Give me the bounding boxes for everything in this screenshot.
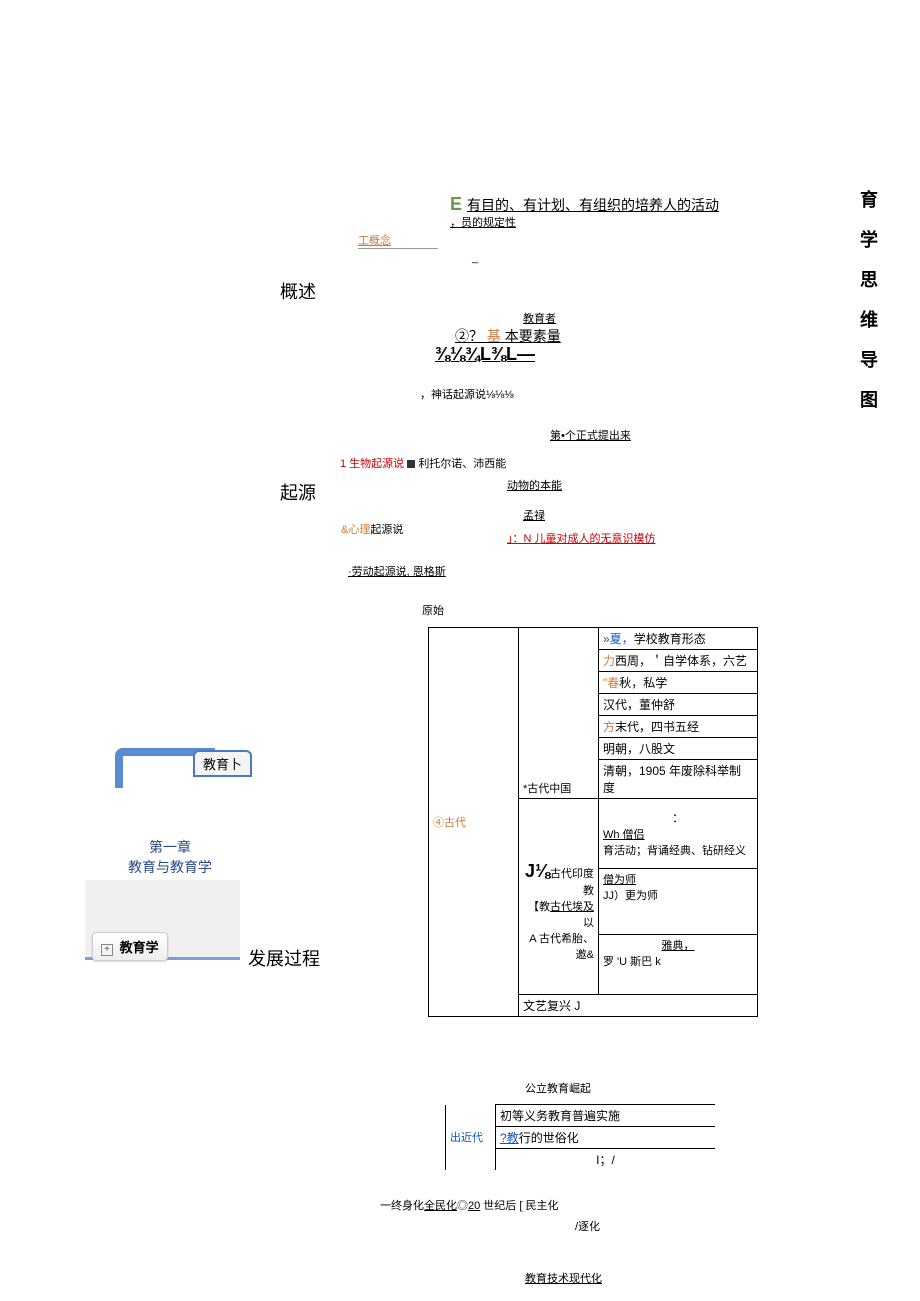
india-label: 古代印度教: [550, 868, 594, 897]
vt-6: 图: [860, 380, 880, 420]
china-r7: 清朝，1905 年废除科举制度: [599, 760, 758, 799]
vt-1: 育: [860, 180, 880, 220]
concept-line: 工概念: [358, 232, 438, 249]
modern-table: 出近代 初等义务教育普遍实施 ?教行的世俗化 I；/: [445, 1104, 715, 1170]
vertical-title: 育 学 思 维 导 图: [860, 180, 880, 420]
psych-prefix: &心理: [341, 524, 370, 536]
menglu: 孟禄: [523, 507, 545, 523]
bio-origin-line: 1 生物起源说 利托尔诺、沛西能: [340, 455, 506, 471]
cr2-t: 西周，＇自学体系，六艺: [615, 654, 747, 668]
cr5-t: 末代，四书五经: [615, 720, 699, 734]
E-line-container: E 有目的、有计划、有组织的培养人的活动: [450, 194, 719, 215]
china-r5: 方末代，四书五经: [599, 716, 758, 738]
monk-teacher: 僧为师: [603, 871, 753, 887]
vt-5: 导: [860, 340, 880, 380]
labor-origin: ·劳动起源说, 恩格斯: [348, 563, 446, 579]
ancient-label: ④古代: [433, 817, 466, 829]
table-row: ④古代 *古代中国 »夏，学校教育形态: [429, 628, 758, 650]
sub1-text: ，员的规定性: [450, 214, 516, 230]
lifelong: 一终身化全民化◎20 世纪后 [ 民主化: [380, 1197, 558, 1213]
modern-r3: I；/: [496, 1149, 716, 1171]
china-r4: 汉代，董仲舒: [599, 694, 758, 716]
cr3-t: 秋，私学: [619, 676, 667, 690]
public-edu: 公立教育崛起: [525, 1080, 591, 1096]
greece-rome: A 古代希胎、邀&: [523, 930, 594, 962]
wh-monk: Wh 僧侣: [603, 826, 753, 842]
child-imitate: 」：N 儿童对成人的无意识模仿: [507, 530, 656, 546]
letter-E: E: [450, 194, 467, 214]
modern-r1: 初等义务教育普遍实施: [496, 1105, 716, 1127]
pedagogy-button[interactable]: + 教育学: [92, 932, 168, 961]
dash-mark: _: [472, 252, 478, 264]
pedagogy-label: 教育学: [120, 940, 159, 955]
primitive: 原始: [422, 602, 444, 618]
cr1-t: 学校教育形态: [634, 632, 706, 646]
table-row: 出近代 初等义务教育普遍实施: [446, 1105, 716, 1127]
cr2-p: 力: [603, 654, 615, 668]
china-r3: "春秋，私学: [599, 672, 758, 694]
india-frac: J⅛: [525, 861, 550, 881]
jj-teacher: JJ）更为师: [603, 887, 753, 903]
vt-3: 思: [860, 260, 880, 300]
athens: 雅典，: [603, 937, 753, 953]
basic-elements-text: 本要素量: [505, 328, 561, 344]
concept-label: 工概念: [358, 235, 391, 247]
china-r6: 明朝，八股文: [599, 738, 758, 760]
bio-people: 利托尔诺、沛西能: [418, 458, 506, 470]
china-r1: »夏，学校教育形态: [599, 628, 758, 650]
colon-mark: ：: [603, 809, 753, 826]
overview-section-label: 概述: [280, 278, 316, 304]
first-formal: 第•个正式提出来: [550, 427, 631, 443]
nav-corner-wrap: 教育卜: [115, 748, 215, 788]
vt-4: 维: [860, 300, 880, 340]
purpose-text: 有目的、有计划、有组织的培养人的活动: [467, 197, 719, 213]
chapter-sub: 教育与教育学: [105, 857, 235, 877]
chapter-title: 第一章: [105, 837, 235, 857]
fraction-line: ⅜⅛¾L⅜L—: [435, 344, 535, 365]
vt-2: 学: [860, 220, 880, 260]
edu-tab-label: 教育卜: [203, 757, 242, 772]
edu-tab[interactable]: 教育卜: [193, 750, 252, 777]
basic-elements: ②？ 基 本要素量: [455, 326, 561, 346]
basic-elements-mid: 基: [487, 328, 501, 344]
china-r2: 力西周，＇自学体系，六艺: [599, 650, 758, 672]
ancient-table: ④古代 *古代中国 »夏，学校教育形态 力西周，＇自学体系，六艺 "春秋，私学 …: [428, 627, 758, 1017]
modern-r2: ?教行的世俗化: [496, 1127, 716, 1149]
origin-section-label: 起源: [280, 479, 316, 505]
educator-text: 教育者: [523, 310, 556, 326]
myth-origin: ，神话起源说⅛⅛⅛: [420, 386, 514, 402]
gradual: /逐化: [575, 1218, 600, 1234]
nav-corner-icon: 教育卜: [115, 748, 215, 788]
cr5-p: 方: [603, 720, 615, 734]
modern-label: 出近代: [450, 1132, 483, 1144]
china-label: *古代中国: [523, 783, 571, 795]
development-section-label: 发展过程: [248, 945, 320, 971]
expand-icon: +: [101, 944, 113, 956]
cr1-p: »夏，: [603, 632, 634, 646]
tech-modern: 教育技术现代化: [525, 1270, 602, 1286]
animal-instinct: 动物的本能: [507, 477, 562, 493]
renaissance: 文艺复兴 J: [519, 995, 758, 1017]
chapter-block: 第一章 教育与教育学: [105, 837, 235, 877]
egypt-label: 【教古代埃及以: [523, 898, 594, 930]
psych-suffix: 起源说: [370, 524, 403, 536]
cr3-p: "春: [603, 676, 619, 690]
basic-elements-prefix: ②？: [455, 328, 483, 344]
rome-sparta: 罗 'U 斯巴 k: [603, 953, 753, 969]
psych-origin: &心理起源说: [341, 521, 403, 537]
activity-text: 育活动；背诵经典、钻研经义: [603, 842, 753, 858]
square-icon: [407, 460, 415, 468]
bio-origin-label: 1 生物起源说: [340, 458, 404, 470]
